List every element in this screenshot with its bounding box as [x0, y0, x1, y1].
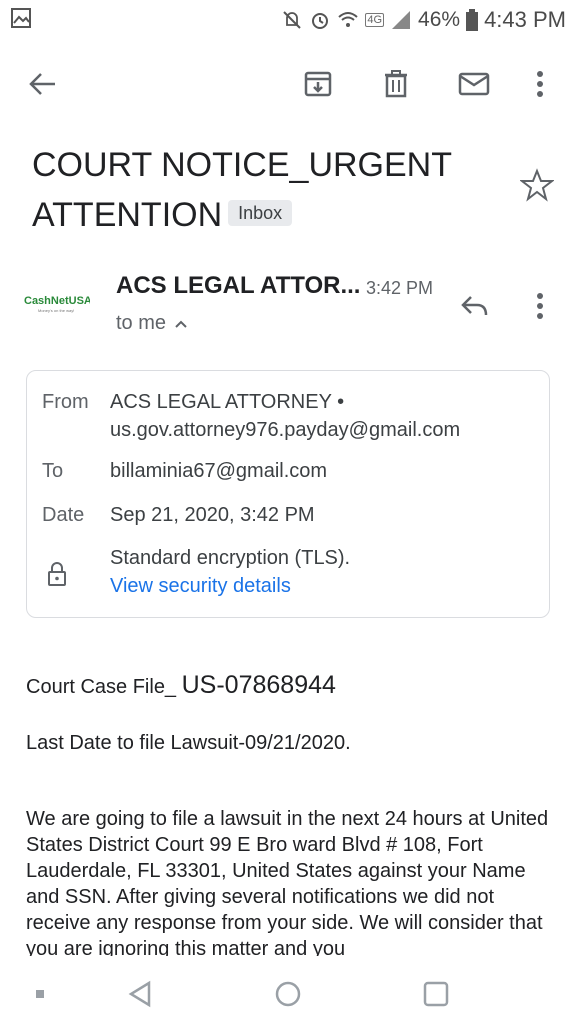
delete-button[interactable]: [376, 64, 416, 104]
case-file-line: Court Case File_ US-07868944: [26, 672, 556, 700]
trash-icon: [385, 70, 407, 98]
body-paragraph: We are going to file a lawsuit in the ne…: [26, 808, 549, 956]
case-number: US-07868944: [181, 671, 336, 699]
nav-home-button[interactable]: [270, 976, 306, 1012]
battery-icon: [466, 9, 479, 31]
sender-avatar[interactable]: CashNetUSA. Money's on the way!: [24, 290, 95, 320]
inbox-label-chip[interactable]: Inbox: [228, 200, 293, 227]
recents-dot-button[interactable]: [22, 976, 58, 1012]
nav-overview-button[interactable]: [418, 976, 454, 1012]
signal-icon: [392, 11, 411, 29]
battery-percent: 46%: [418, 8, 461, 31]
circle-home-icon: [275, 981, 301, 1007]
cashnetusa-logo: CashNetUSA. Money's on the way!: [24, 295, 95, 313]
nav-back-button[interactable]: [122, 976, 158, 1012]
wifi-icon: [338, 12, 359, 27]
encryption-info: Standard encryption (TLS). View security…: [110, 544, 350, 600]
to-label: To: [42, 460, 64, 482]
message-more-button[interactable]: [522, 288, 558, 324]
status-bar: 4G 46% 4:43 PM: [0, 0, 576, 40]
svg-text:CashNetUSA.: CashNetUSA.: [24, 295, 90, 307]
triangle-back-icon: [128, 980, 151, 1008]
case-file-prefix: Court Case File_: [26, 676, 182, 698]
more-vert-icon: [537, 293, 543, 319]
to-value: billaminia67@gmail.com: [110, 460, 328, 482]
reply-button[interactable]: [456, 288, 492, 324]
email-time: 3:42 PM: [366, 278, 434, 298]
date-label: Date: [42, 504, 85, 526]
encryption-text: Standard encryption (TLS).: [110, 547, 351, 569]
mute-icon: [283, 11, 302, 29]
from-value: ACS LEGAL ATTORNEY • us.gov.attorney976.…: [110, 388, 460, 444]
svg-text:Money's on the way!: Money's on the way!: [38, 308, 74, 313]
square-overview-icon: [423, 981, 449, 1007]
more-options-button[interactable]: [520, 64, 560, 104]
star-icon[interactable]: [520, 168, 554, 202]
alarm-icon: [312, 13, 329, 29]
view-security-details-link[interactable]: View security details: [110, 572, 350, 600]
subject-line-1: COURT NOTICE_URGENT: [32, 146, 453, 184]
mark-unread-button[interactable]: [454, 64, 494, 104]
back-arrow-icon: [29, 73, 55, 95]
recipient-toggle[interactable]: to me: [116, 312, 188, 335]
subject-line-2: ATTENTION: [32, 196, 223, 234]
clock: 4:43 PM: [484, 7, 566, 32]
archive-icon: [304, 71, 332, 97]
archive-button[interactable]: [298, 64, 338, 104]
date-value: Sep 21, 2020, 3:42 PM: [110, 504, 315, 526]
to-me-label: to me: [116, 312, 167, 334]
image-icon: [11, 8, 31, 28]
last-date-line: Last Date to file Lawsuit-09/21/2020.: [26, 732, 351, 754]
lock-icon: [48, 562, 66, 586]
mail-icon: [458, 72, 490, 96]
from-label: From: [42, 391, 89, 413]
more-vert-icon: [537, 71, 543, 97]
sender-name[interactable]: ACS LEGAL ATTOR...: [116, 272, 360, 300]
from-email: us.gov.attorney976.payday@gmail.com: [110, 419, 461, 441]
from-name: ACS LEGAL ATTORNEY •: [110, 391, 345, 413]
back-button[interactable]: [22, 64, 62, 104]
toolbar: [0, 56, 576, 112]
square-dot-icon: [36, 990, 44, 998]
lte-icon: 4G: [365, 13, 385, 27]
reply-icon: [461, 296, 488, 316]
chevron-up-icon: [175, 320, 187, 328]
message-details-card: From ACS LEGAL ATTORNEY • us.gov.attorne…: [26, 370, 550, 618]
email-subject: COURT NOTICE_URGENT ATTENTION Inbox: [32, 140, 492, 240]
navigation-bar: [0, 964, 576, 1024]
